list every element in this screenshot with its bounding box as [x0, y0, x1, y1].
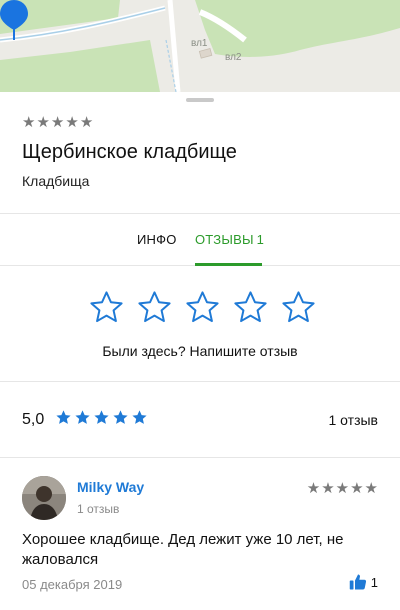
summary-stars — [55, 409, 148, 426]
rate-stars — [88, 289, 317, 326]
tab-reviews-count: 1 — [256, 232, 265, 247]
review-stars: ★ ★ ★ ★ ★ — [307, 481, 378, 496]
star-filled-icon — [132, 410, 147, 424]
rate-star-2-icon[interactable] — [136, 289, 173, 326]
star-filled-icon — [113, 410, 128, 424]
place-title: Щербинское кладбище — [22, 141, 237, 163]
rating-summary: 5,0 1 отзыв — [0, 382, 400, 458]
star-icon: ★ — [321, 480, 335, 497]
star-icon: ★ — [65, 114, 79, 131]
thumbs-up-icon — [349, 574, 366, 590]
rate-block: Были здесь? Напишите отзыв — [0, 266, 400, 382]
map-view[interactable]: вл1 вл2 — [0, 0, 400, 92]
like-count: 1 — [370, 574, 378, 590]
review-author[interactable]: Milky Way — [77, 479, 144, 495]
write-review-prompt[interactable]: Были здесь? Напишите отзыв — [0, 343, 400, 359]
star-icon: ★ — [79, 114, 94, 131]
rate-star-1-icon[interactable] — [88, 289, 125, 326]
tab-reviews-label: ОТЗЫВЫ — [195, 232, 254, 247]
review-text: Хорошее кладбище. Дед лежит уже 10 лет, … — [22, 531, 344, 568]
rate-star-3-icon[interactable] — [184, 289, 221, 326]
avatar-image — [22, 476, 66, 520]
place-card: ★ ★ ★ ★ ★ Щербинское кладбище Кладбища И… — [0, 92, 400, 610]
rate-star-5-icon[interactable] — [280, 289, 317, 326]
average-score: 5,0 — [22, 411, 45, 428]
star-icon: ★ — [335, 480, 350, 497]
map-label-vl1: вл1 — [191, 38, 208, 49]
drag-handle[interactable] — [186, 98, 214, 102]
star-icon: ★ — [22, 114, 36, 131]
author-review-count: 1 отзыв — [77, 502, 120, 516]
review-count[interactable]: 1 отзыв — [329, 412, 379, 428]
tab-reviews[interactable]: ОТЗЫВЫ 1 — [195, 232, 264, 247]
star-icon: ★ — [50, 114, 65, 131]
tab-info[interactable]: ИНФО — [137, 232, 177, 247]
star-icon: ★ — [306, 480, 321, 497]
star-icon: ★ — [36, 114, 50, 131]
location-pin-icon[interactable] — [0, 0, 28, 40]
header-rating-stars: ★ ★ ★ ★ ★ — [22, 115, 93, 130]
review-date: 05 декабря 2019 — [22, 577, 123, 592]
star-filled-icon — [56, 410, 71, 424]
star-icon: ★ — [350, 480, 364, 497]
star-filled-icon — [75, 410, 90, 424]
tab-bar: ИНФО ОТЗЫВЫ 1 — [0, 213, 400, 266]
place-category: Кладбища — [22, 173, 90, 189]
map-label-vl2: вл2 — [225, 52, 242, 63]
review-item: Milky Way 1 отзыв ★ ★ ★ ★ ★ Хорошее клад… — [0, 458, 400, 610]
star-icon: ★ — [364, 480, 378, 497]
avatar[interactable] — [22, 476, 66, 520]
star-filled-icon — [94, 410, 109, 424]
rate-star-4-icon[interactable] — [232, 289, 269, 326]
like-button[interactable]: 1 — [349, 573, 378, 591]
